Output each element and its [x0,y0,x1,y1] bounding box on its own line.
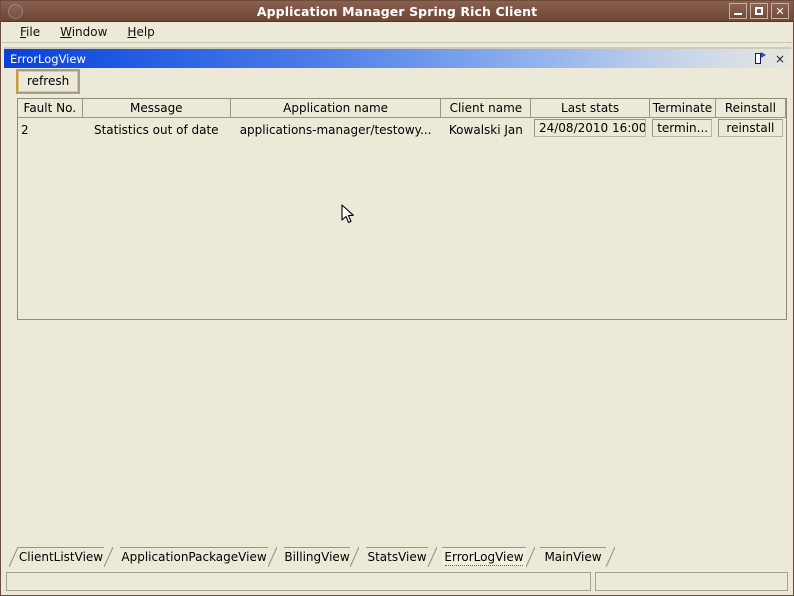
column-header-fault-no[interactable]: Fault No. [18,99,83,118]
menu-item-file[interactable]: File [10,23,50,41]
cell-fault-no: 2 [18,117,83,141]
internal-frame-errorlogview: ErrorLogView × refresh Fault No. Message… [4,47,791,545]
column-header-terminate[interactable]: Terminate [649,99,716,118]
tab-clientlistview[interactable]: ClientListView [9,547,113,567]
status-progress-panel [595,572,788,591]
column-header-message[interactable]: Message [82,99,231,118]
reinstall-button[interactable]: reinstall [718,119,783,137]
column-header-client-name[interactable]: Client name [440,99,532,118]
column-header-reinstall[interactable]: Reinstall [715,99,786,118]
internal-frame-titlebar[interactable]: ErrorLogView × [4,49,791,68]
error-log-table: Fault No. Message Application name Clien… [18,99,786,141]
tab-billingview[interactable]: BillingView [284,547,359,567]
tab-mainview[interactable]: MainView [540,547,615,567]
cell-reinstall: reinstall [715,117,786,141]
last-stats-button[interactable]: 24/08/2010 16:00 [533,119,647,137]
app-circle-icon [8,3,23,19]
tab-applicationpackageview[interactable]: ApplicationPackageView [120,547,277,567]
tab-label: BillingView [284,550,350,564]
terminate-button[interactable]: termin... [652,119,713,137]
minimize-icon[interactable] [729,3,747,19]
window-title: Application Manager Spring Rich Client [256,3,538,19]
desktop-pane: ErrorLogView × refresh Fault No. Message… [2,43,792,545]
table-header-row: Fault No. Message Application name Clien… [18,99,786,118]
menu-item-window[interactable]: Window [50,23,117,41]
internal-frame-controls: × [754,49,785,68]
status-message-panel [6,572,591,591]
tab-label: ErrorLogView [444,550,524,564]
refresh-button[interactable]: refresh [17,70,80,93]
internal-frame-close-icon[interactable]: × [775,53,785,65]
cell-terminate: termin... [649,117,716,141]
tab-label: ClientListView [18,550,104,564]
error-log-scrollpane[interactable]: Fault No. Message Application name Clien… [17,98,787,320]
application-window: Application Manager Spring Rich Client ✕… [0,0,794,596]
tab-label: MainView [544,550,602,564]
tab-focus-indicator [445,564,523,566]
view-tabstrip: ClientListView ApplicationPackageView Bi… [2,545,792,567]
cell-application-name: applications-manager/testowy... [230,117,441,141]
internal-frame-title: ErrorLogView [10,51,86,66]
cell-message: Statistics out of date [82,117,231,141]
pin-icon[interactable] [754,52,766,65]
window-titlebar: Application Manager Spring Rich Client ✕ [1,1,793,22]
column-header-last-stats[interactable]: Last stats [530,99,650,118]
cell-last-stats: 24/08/2010 16:00 [530,117,650,141]
cell-client-name: Kowalski Jan [440,117,531,141]
tab-label: StatsView [367,550,427,564]
window-controls: ✕ [729,3,789,19]
statusbar [2,570,792,594]
tab-statsview[interactable]: StatsView [366,547,437,567]
close-icon[interactable]: ✕ [771,3,789,19]
menubar: File Window Help [2,22,792,43]
tab-errorlogview[interactable]: ErrorLogView [442,547,535,567]
internal-frame-content: refresh Fault No. Message Application na… [4,68,791,545]
table-row[interactable]: 2 Statistics out of date applications-ma… [18,117,786,141]
menu-item-help[interactable]: Help [117,23,164,41]
column-header-application-name[interactable]: Application name [230,99,442,118]
tab-label: ApplicationPackageView [121,550,267,564]
maximize-icon[interactable] [750,3,768,19]
